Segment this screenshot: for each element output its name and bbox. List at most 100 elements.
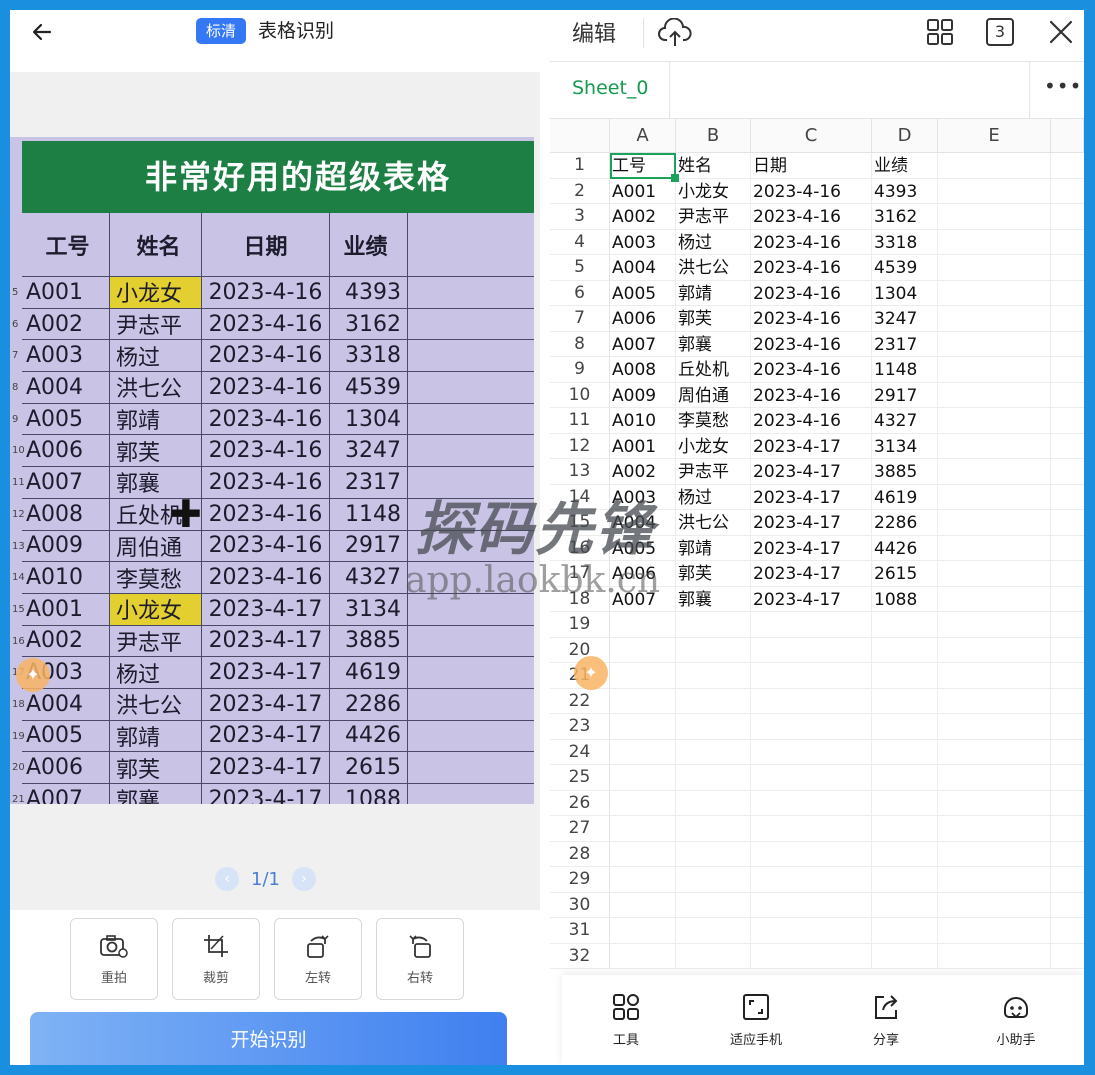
edit-button[interactable]: 编辑 — [572, 16, 616, 48]
sheet-cell[interactable]: 4539 — [872, 255, 938, 280]
sheet-cell[interactable] — [872, 867, 938, 892]
sheet-cell[interactable] — [938, 178, 1051, 203]
retake-button[interactable]: 重拍 — [70, 918, 158, 1000]
sheet-cell[interactable] — [610, 739, 676, 764]
column-header[interactable]: C — [751, 119, 872, 153]
sheet-cell[interactable] — [610, 841, 676, 866]
sheet-cell[interactable] — [938, 382, 1051, 407]
sheet-cell[interactable]: A009 — [610, 382, 676, 407]
sheet-cell[interactable]: A005 — [610, 280, 676, 305]
row-number[interactable]: 2 — [550, 178, 610, 203]
row-number[interactable]: 24 — [550, 739, 610, 764]
sheet-cell[interactable]: A002 — [610, 204, 676, 229]
sheet-cell[interactable] — [751, 612, 872, 637]
sheet-cell[interactable] — [938, 459, 1051, 484]
row-number[interactable]: 11 — [550, 408, 610, 433]
sheet-cell[interactable] — [676, 714, 751, 739]
sheet-cell[interactable] — [676, 612, 751, 637]
sheet-cell[interactable]: 周伯通 — [676, 382, 751, 407]
sheet-cell[interactable] — [751, 841, 872, 866]
column-header[interactable]: A — [610, 119, 676, 153]
sheet-cell[interactable]: 郭靖 — [676, 280, 751, 305]
row-number[interactable]: 16 — [550, 535, 610, 560]
row-number[interactable]: 3 — [550, 204, 610, 229]
sheet-cell[interactable] — [938, 229, 1051, 254]
sheet-cell[interactable]: 郭芙 — [676, 561, 751, 586]
sheet-cell[interactable] — [938, 408, 1051, 433]
sheet-cell[interactable] — [610, 816, 676, 841]
sheet-cell[interactable] — [938, 943, 1051, 968]
grid-corner[interactable] — [550, 119, 610, 153]
sheet-cell[interactable]: 日期 — [751, 153, 872, 178]
row-number[interactable]: 13 — [550, 459, 610, 484]
row-number[interactable]: 12 — [550, 433, 610, 458]
column-header[interactable] — [1051, 119, 1084, 153]
sheet-cell[interactable]: 洪七公 — [676, 255, 751, 280]
assistant-button[interactable]: 小助手 — [966, 993, 1066, 1048]
sheet-cell[interactable] — [676, 892, 751, 917]
sheet-cell[interactable] — [872, 943, 938, 968]
sheet-cell[interactable] — [872, 841, 938, 866]
sheet-cell[interactable]: 4393 — [872, 178, 938, 203]
sheet-cell[interactable]: 2023-4-16 — [751, 229, 872, 254]
sheet-cell[interactable] — [610, 892, 676, 917]
prev-page-icon[interactable]: ‹ — [215, 867, 239, 891]
tab-count-button[interactable]: 3 — [986, 18, 1014, 46]
sheet-cell[interactable]: A010 — [610, 408, 676, 433]
sheet-cell[interactable] — [938, 714, 1051, 739]
next-page-icon[interactable]: › — [291, 867, 316, 891]
sheet-tab[interactable]: Sheet_0 — [550, 62, 670, 119]
sheet-cell[interactable]: 4327 — [872, 408, 938, 433]
sheet-cell[interactable]: 郭芙 — [676, 306, 751, 331]
sheet-cell[interactable] — [676, 816, 751, 841]
sheet-cell[interactable]: 2023-4-17 — [751, 433, 872, 458]
sheet-cell[interactable]: 2023-4-16 — [751, 408, 872, 433]
quality-badge[interactable]: 标清 — [196, 18, 247, 44]
back-arrow-icon[interactable] — [30, 20, 54, 44]
sheet-cell[interactable] — [610, 918, 676, 943]
sheet-cell[interactable] — [872, 612, 938, 637]
sheet-cell[interactable]: 业绩 — [872, 153, 938, 178]
sheet-cell[interactable]: A002 — [610, 459, 676, 484]
sheet-cell[interactable]: 2917 — [872, 382, 938, 407]
row-number[interactable]: 6 — [550, 280, 610, 305]
sheet-cell[interactable] — [938, 612, 1051, 637]
sheet-cell[interactable] — [751, 943, 872, 968]
sheet-cell[interactable] — [938, 867, 1051, 892]
sheet-cell[interactable]: 尹志平 — [676, 459, 751, 484]
sheet-cell[interactable] — [938, 561, 1051, 586]
sheet-cell[interactable] — [610, 714, 676, 739]
sheet-cell[interactable] — [938, 816, 1051, 841]
row-number[interactable]: 9 — [550, 357, 610, 382]
sheet-cell[interactable]: A003 — [610, 484, 676, 509]
sheet-cell[interactable]: 2023-4-16 — [751, 255, 872, 280]
sheet-cell[interactable]: A008 — [610, 357, 676, 382]
sheet-cell[interactable]: A006 — [610, 306, 676, 331]
sheet-cell[interactable] — [610, 765, 676, 790]
sheet-cell[interactable] — [676, 637, 751, 662]
row-number[interactable]: 1 — [550, 153, 610, 178]
sheet-cell[interactable]: 4426 — [872, 535, 938, 560]
sheet-cell[interactable] — [676, 943, 751, 968]
sheet-cell[interactable]: 2023-4-16 — [751, 306, 872, 331]
sheet-cell[interactable] — [751, 637, 872, 662]
sheet-cell[interactable] — [938, 688, 1051, 713]
rotate-right-button[interactable]: 右转 — [376, 918, 464, 1000]
column-header[interactable]: E — [938, 119, 1051, 153]
row-number[interactable]: 15 — [550, 510, 610, 535]
tools-button[interactable]: 工具 — [576, 993, 676, 1048]
grid-view-icon[interactable] — [926, 18, 954, 46]
sheet-cell[interactable] — [938, 357, 1051, 382]
row-number[interactable]: 5 — [550, 255, 610, 280]
sheet-cell[interactable] — [751, 688, 872, 713]
sheet-cell[interactable]: A001 — [610, 178, 676, 203]
sheet-cell[interactable] — [938, 637, 1051, 662]
assistant-float-icon-right[interactable]: ✦ — [574, 656, 608, 690]
sheet-cell[interactable]: A005 — [610, 535, 676, 560]
sheet-cell[interactable]: 尹志平 — [676, 204, 751, 229]
row-number[interactable]: 29 — [550, 867, 610, 892]
row-number[interactable]: 26 — [550, 790, 610, 815]
sheet-cell[interactable] — [938, 663, 1051, 688]
sheet-cell[interactable]: 姓名 — [676, 153, 751, 178]
sheet-cell[interactable] — [676, 841, 751, 866]
